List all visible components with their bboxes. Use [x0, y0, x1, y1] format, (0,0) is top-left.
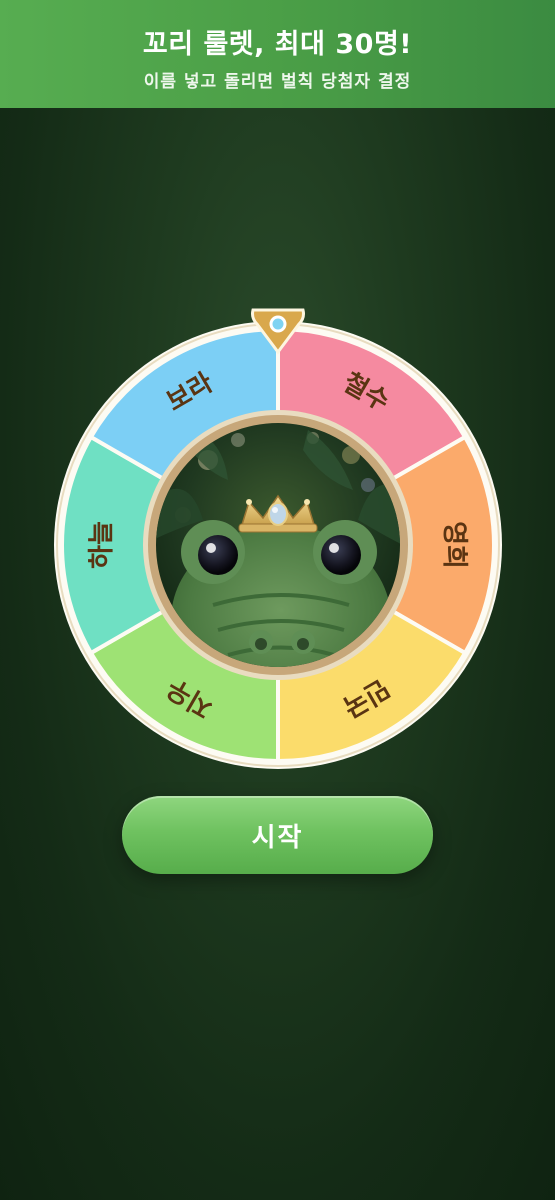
wheel-segment-label-5: 하늘 [87, 521, 117, 569]
pointer-dot [269, 315, 287, 333]
wheel-graphic: 철수영희민국지우하늘보라 [54, 308, 502, 769]
app-header: 꼬리 룰렛, 최대 30명! 이름 넣고 돌리면 벌칙 당첨자 결정 [0, 0, 555, 108]
page-subtitle: 이름 넣고 돌리면 벌칙 당첨자 결정 [143, 72, 412, 92]
roulette-wheel[interactable]: 철수 영희 민국 지우 하늘 보라 [53, 308, 503, 770]
start-button[interactable]: 시작 [122, 796, 433, 874]
page-title: 꼬리 룰렛, 최대 30명! [142, 29, 413, 60]
wheel-segment-label-2: 영희 [439, 521, 469, 569]
